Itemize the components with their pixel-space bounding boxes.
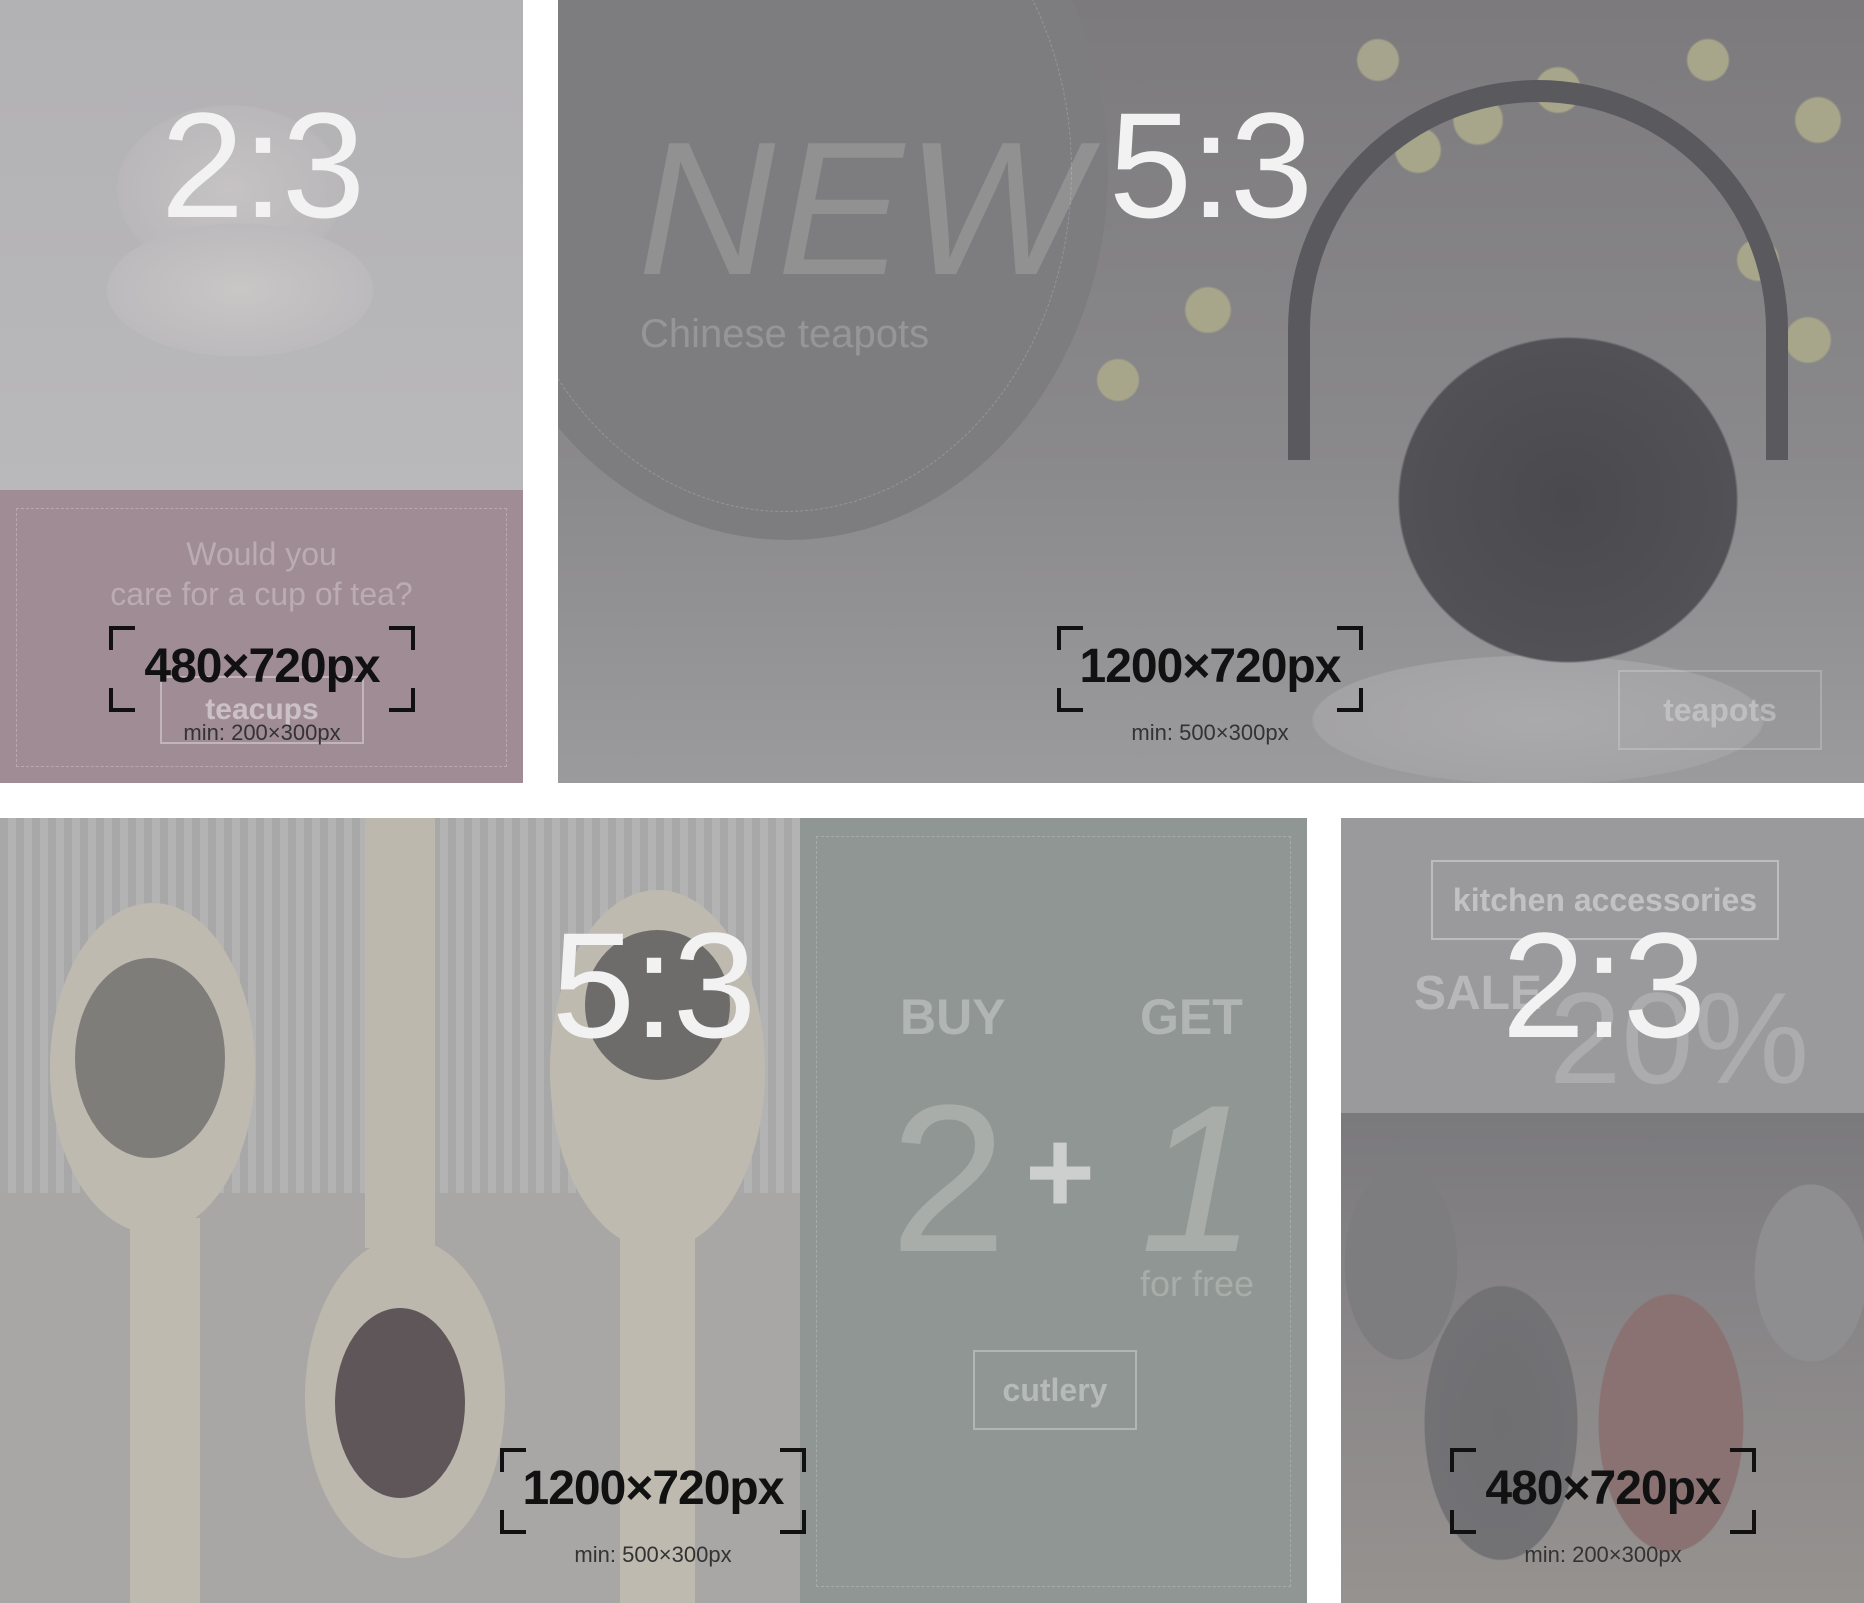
buy-get-panel: BUY GET 2 + 1 for free cutlery	[800, 818, 1307, 1603]
buy-label: BUY	[900, 989, 1006, 1045]
promo-line-2: care for a cup of tea?	[110, 576, 413, 612]
promo-line-1: Would you	[186, 536, 337, 572]
size-indicator: 480×720px min: 200×300px	[107, 624, 417, 750]
size-indicator: 1200×720px min: 500×300px	[1055, 624, 1365, 750]
banner-tile-cutlery[interactable]: BUY GET 2 + 1 for free cutlery 5:3 1200×…	[0, 818, 1307, 1603]
min-size-label: min: 200×300px	[1524, 1542, 1682, 1567]
aspect-ratio-label: 2:3	[1501, 901, 1707, 1069]
size-indicator: 1200×720px min: 500×300px	[498, 1446, 808, 1572]
cutlery-button-label: cutlery	[1002, 1371, 1108, 1408]
size-label: 1200×720px	[522, 1462, 785, 1515]
spoon-1-handle	[130, 1218, 200, 1603]
cutlery-button[interactable]: cutlery	[973, 1350, 1137, 1430]
banner-tile-teacups[interactable]: Would you care for a cup of tea? teacups…	[0, 0, 523, 783]
size-label: 1200×720px	[1079, 640, 1342, 693]
new-subline: Chinese teapots	[640, 312, 930, 356]
spoon-2-handle	[365, 818, 435, 1248]
two-numeral: 2	[890, 1061, 1007, 1296]
aspect-ratio-label: 5:3	[551, 901, 757, 1069]
banner-tile-kitchen-accessories[interactable]: kitchen accessories SALE 20% 2:3 480×720…	[1341, 818, 1864, 1603]
size-label: 480×720px	[144, 640, 380, 693]
banner-tile-teapots[interactable]: NEW Chinese teapots teapots 5:3 1200×720…	[558, 0, 1864, 783]
teapots-button-label: teapots	[1663, 691, 1777, 728]
min-size-label: min: 500×300px	[1131, 720, 1289, 745]
spoon-1	[50, 903, 255, 1233]
plus-sign: +	[1025, 1105, 1096, 1239]
size-indicator: 480×720px min: 200×300px	[1448, 1446, 1758, 1572]
for-free-label: for free	[1140, 1263, 1255, 1304]
teapots-button[interactable]: teapots	[1618, 670, 1822, 750]
get-label: GET	[1140, 989, 1243, 1045]
size-label: 480×720px	[1485, 1462, 1721, 1515]
aspect-ratio-label: 5:3	[1108, 81, 1314, 249]
spoon-2	[305, 1238, 505, 1558]
aspect-ratio-label: 2:3	[160, 81, 366, 249]
new-headline: NEW	[638, 103, 1088, 315]
min-size-label: min: 200×300px	[183, 720, 341, 745]
min-size-label: min: 500×300px	[574, 1542, 732, 1567]
